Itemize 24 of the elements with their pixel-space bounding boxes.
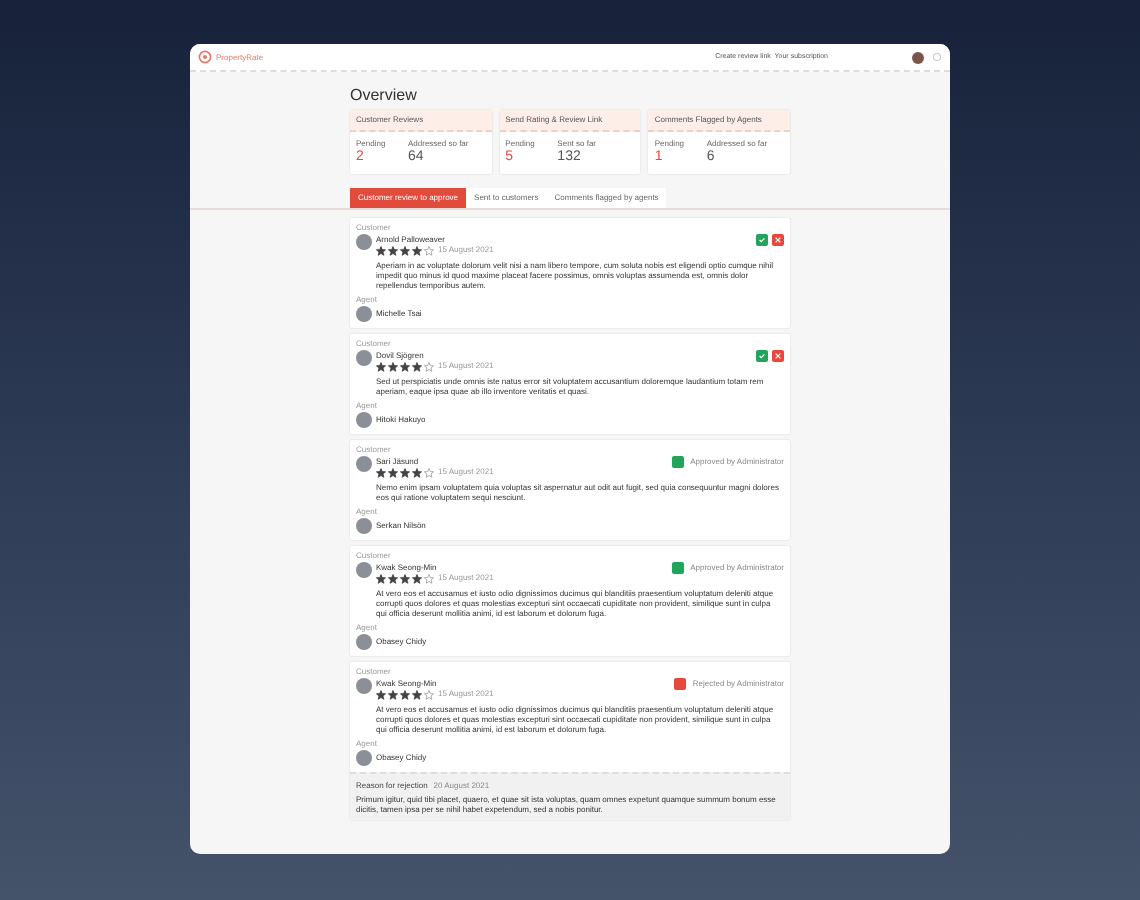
avatar xyxy=(356,562,372,578)
avatar xyxy=(356,518,372,534)
check-icon xyxy=(758,236,766,244)
logo-icon xyxy=(198,50,212,64)
approved-icon xyxy=(672,562,685,574)
avatar xyxy=(356,234,372,250)
approve-button[interactable] xyxy=(756,234,768,246)
avatar xyxy=(356,634,372,650)
rejected-icon xyxy=(674,678,687,690)
reject-button[interactable] xyxy=(772,234,784,246)
close-icon xyxy=(774,236,782,244)
page-title: Overview xyxy=(350,86,419,106)
avatar xyxy=(356,750,372,766)
avatar xyxy=(356,306,372,322)
user-avatar[interactable] xyxy=(912,51,924,63)
reject-button[interactable] xyxy=(772,350,784,362)
check-icon xyxy=(758,352,766,360)
avatar xyxy=(356,456,372,472)
approved-icon xyxy=(672,456,685,468)
avatar xyxy=(356,678,372,694)
close-icon xyxy=(774,352,782,360)
avatar xyxy=(356,412,372,428)
avatar xyxy=(356,350,372,366)
approve-button[interactable] xyxy=(756,350,768,362)
